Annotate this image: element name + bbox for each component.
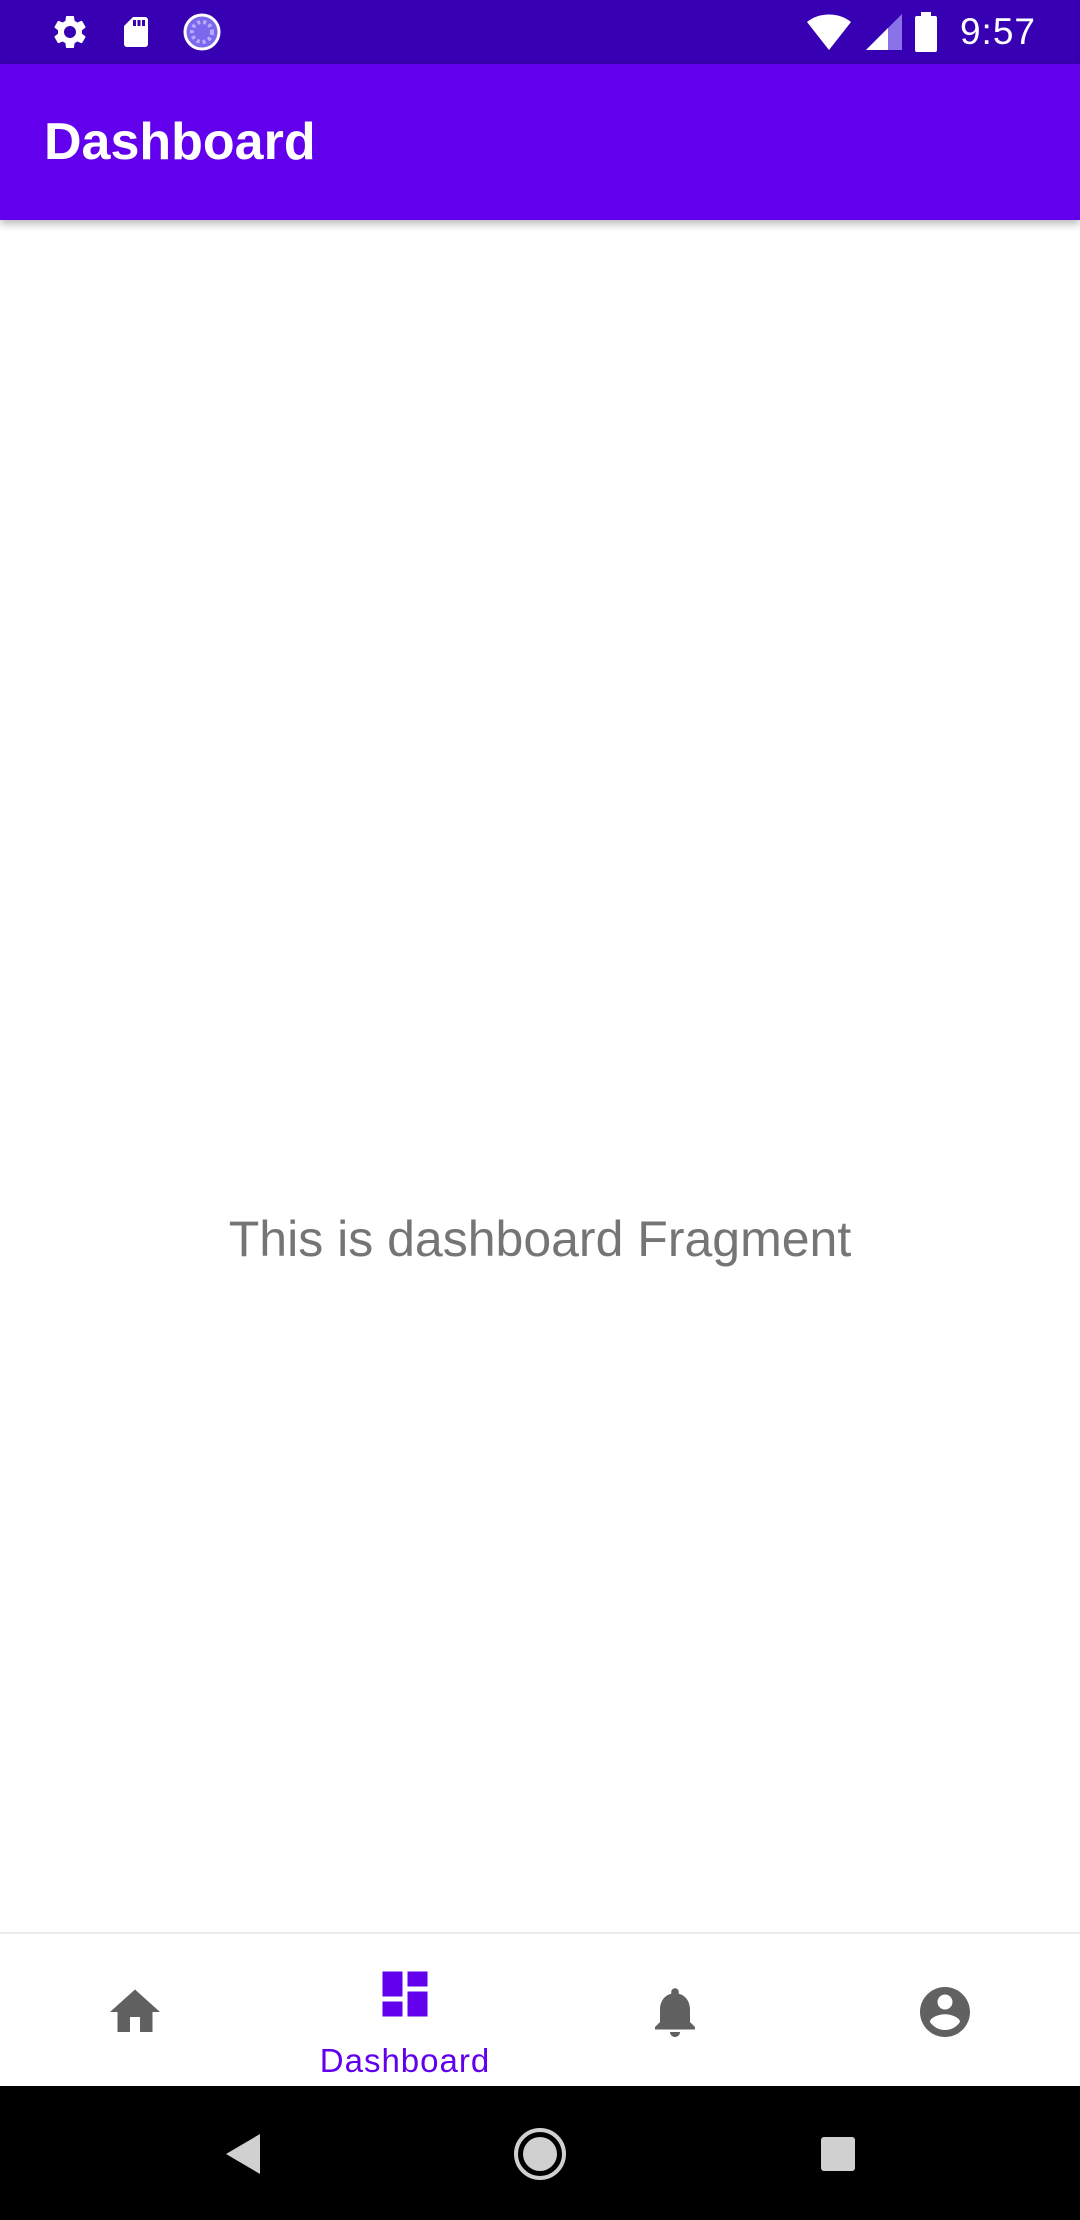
bell-icon: [655, 1988, 695, 2037]
sync-icon: [182, 12, 222, 52]
system-navigation-bar: [0, 2086, 1080, 2220]
screen: 9:57 Dashboard This is dashboard Fragmen…: [0, 0, 1080, 2220]
back-button[interactable]: [210, 2122, 274, 2186]
status-bar: 9:57: [0, 0, 1080, 64]
nav-item-profile[interactable]: [810, 1934, 1080, 2088]
status-time: 9:57: [959, 11, 1036, 52]
home-circle-icon: [514, 2128, 566, 2180]
wifi-icon: [806, 12, 852, 52]
fragment-message: This is dashboard Fragment: [228, 1211, 852, 1267]
back-icon: [226, 2134, 260, 2174]
dashboard-icon: [382, 1971, 428, 2017]
dashboard-fragment: This is dashboard Fragment: [0, 220, 1080, 1932]
nav-item-dashboard[interactable]: Dashboard: [270, 1934, 540, 2088]
bottom-navigation: Dashboard: [0, 1932, 1080, 2088]
page-title: Dashboard: [44, 113, 316, 171]
sd-card-icon: [116, 12, 156, 52]
status-left-icons: [50, 12, 248, 52]
nav-item-notifications[interactable]: [540, 1934, 810, 2088]
settings-icon: [50, 12, 90, 52]
recents-button[interactable]: [806, 2122, 870, 2186]
nav-label-dashboard: Dashboard: [319, 2042, 491, 2079]
home-icon: [110, 1989, 160, 2032]
status-right-icons: 9:57: [794, 8, 1036, 56]
account-circle-icon: [920, 1987, 970, 2037]
battery-icon: [914, 12, 938, 52]
nav-item-home[interactable]: [0, 1934, 270, 2088]
app-bar: Dashboard: [0, 64, 1080, 220]
home-button[interactable]: [508, 2122, 572, 2186]
recents-icon: [821, 2137, 855, 2171]
cellular-signal-icon: [864, 12, 902, 52]
